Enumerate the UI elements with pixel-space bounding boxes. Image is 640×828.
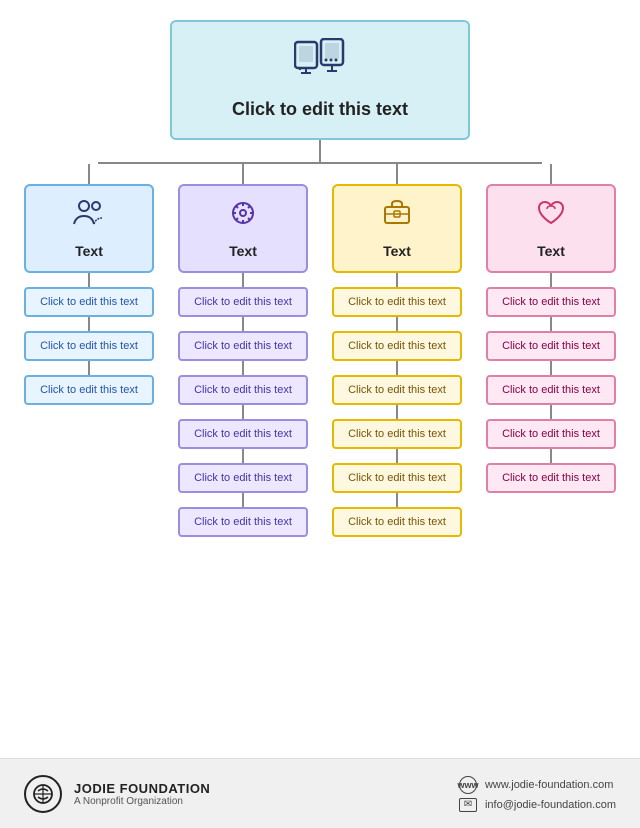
list-item[interactable]: Click to edit this text <box>24 331 154 361</box>
cat-icon-blue <box>72 196 106 237</box>
connector-purple-3 <box>242 405 244 419</box>
connector-yellow-4 <box>396 449 398 463</box>
connector-yellow-1 <box>396 317 398 331</box>
list-item[interactable]: Click to edit this text <box>332 419 462 449</box>
horiz-bar <box>98 162 542 164</box>
footer-org-info: JODIE FOUNDATION A Nonprofit Organizatio… <box>74 781 210 807</box>
main-content: Click to edit this text Text Click to ed… <box>0 0 640 758</box>
footer-website-row: www www.jodie-foundation.com <box>459 776 613 794</box>
list-item[interactable]: Click to edit this text <box>332 375 462 405</box>
cat-box-yellow[interactable]: Text <box>332 184 462 273</box>
connector-pink-0 <box>550 273 552 287</box>
list-item[interactable]: Click to edit this text <box>486 419 616 449</box>
list-item[interactable]: Click to edit this text <box>486 331 616 361</box>
connector-purple-5 <box>242 493 244 507</box>
list-item[interactable]: Click to edit this text <box>332 463 462 493</box>
connector-blue-2 <box>88 361 90 375</box>
cat-box-pink[interactable]: Text <box>486 184 616 273</box>
footer-left: JODIE FOUNDATION A Nonprofit Organizatio… <box>24 775 210 813</box>
connector-yellow-0 <box>396 273 398 287</box>
list-item[interactable]: Click to edit this text <box>486 375 616 405</box>
connector-blue-1 <box>88 317 90 331</box>
cat-label-purple: Text <box>229 243 257 259</box>
cat-label-pink: Text <box>537 243 565 259</box>
horiz-bar-container <box>35 162 605 164</box>
cat-icon-purple <box>226 196 260 237</box>
list-item[interactable]: Click to edit this text <box>178 463 308 493</box>
list-item[interactable]: Click to edit this text <box>178 375 308 405</box>
connector-purple-0 <box>242 273 244 287</box>
connector-purple-2 <box>242 361 244 375</box>
connector-yellow-5 <box>396 493 398 507</box>
connector-pink-2 <box>550 361 552 375</box>
footer-email: info@jodie-foundation.com <box>485 799 616 811</box>
cat-box-blue[interactable]: Text <box>24 184 154 273</box>
footer-right: www www.jodie-foundation.com ✉ info@jodi… <box>459 776 616 812</box>
connector-pink-4 <box>550 449 552 463</box>
connector-blue-0 <box>88 273 90 287</box>
cat-box-purple[interactable]: Text <box>178 184 308 273</box>
footer: JODIE FOUNDATION A Nonprofit Organizatio… <box>0 758 640 828</box>
connector-pink-1 <box>550 317 552 331</box>
column-purple: Text Click to edit this text Click to edi… <box>174 164 312 537</box>
list-item[interactable]: Click to edit this text <box>178 419 308 449</box>
col-top-connector-blue <box>88 164 90 184</box>
col-top-connector-purple <box>242 164 244 184</box>
www-icon: www <box>459 776 477 794</box>
list-item[interactable]: Click to edit this text <box>486 463 616 493</box>
cat-icon-pink <box>534 196 568 237</box>
list-item[interactable]: Click to edit this text <box>178 331 308 361</box>
column-blue: Text Click to edit this text Click to edi… <box>20 164 158 405</box>
list-item[interactable]: Click to edit this text <box>24 375 154 405</box>
list-item[interactable]: Click to edit this text <box>486 287 616 317</box>
list-item[interactable]: Click to edit this text <box>332 287 462 317</box>
footer-website: www.jodie-foundation.com <box>485 779 613 791</box>
col-top-connector-pink <box>550 164 552 184</box>
root-title[interactable]: Click to edit this text <box>232 99 408 120</box>
list-item[interactable]: Click to edit this text <box>178 507 308 537</box>
footer-org-name: JODIE FOUNDATION <box>74 781 210 796</box>
footer-email-row: ✉ info@jodie-foundation.com <box>459 798 616 812</box>
column-pink: Text Click to edit this text Click to edi… <box>482 164 620 493</box>
col-top-connector-yellow <box>396 164 398 184</box>
cat-label-yellow: Text <box>383 243 411 259</box>
root-node[interactable]: Click to edit this text <box>170 20 470 140</box>
list-item[interactable]: Click to edit this text <box>332 507 462 537</box>
connector-yellow-2 <box>396 361 398 375</box>
list-item[interactable]: Click to edit this text <box>332 331 462 361</box>
connector-yellow-3 <box>396 405 398 419</box>
columns-area: Text Click to edit this text Click to edi… <box>20 164 620 537</box>
root-icon <box>294 38 346 91</box>
column-yellow: Text Click to edit this text Click to edi… <box>328 164 466 537</box>
root-down-connector <box>319 140 321 162</box>
connector-purple-1 <box>242 317 244 331</box>
footer-org-sub: A Nonprofit Organization <box>74 796 210 807</box>
list-item[interactable]: Click to edit this text <box>24 287 154 317</box>
list-item[interactable]: Click to edit this text <box>178 287 308 317</box>
connector-pink-3 <box>550 405 552 419</box>
cat-icon-yellow <box>380 196 414 237</box>
envelope-icon: ✉ <box>459 798 477 812</box>
footer-logo-icon <box>24 775 62 813</box>
cat-label-blue: Text <box>75 243 103 259</box>
connector-purple-4 <box>242 449 244 463</box>
